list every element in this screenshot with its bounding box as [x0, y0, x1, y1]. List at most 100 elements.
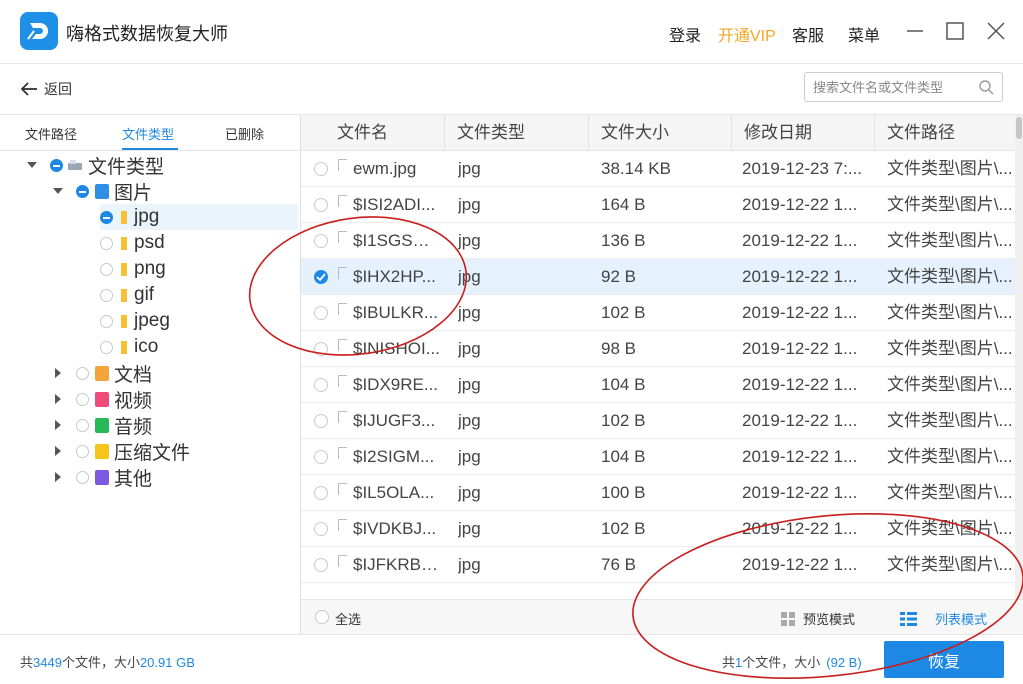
tree-radio-audio[interactable]	[76, 418, 89, 432]
tree-node-video[interactable]: 视频	[52, 386, 300, 412]
list-icon	[900, 611, 917, 626]
tree-node-archives[interactable]: 压缩文件	[52, 438, 300, 464]
table-row[interactable]: $INISHOI... jpg 98 B 2019-12-22 1... 文件类型\图片…	[301, 331, 1015, 367]
caret-right-icon[interactable]	[52, 367, 64, 379]
tree-radio-images[interactable]	[76, 184, 89, 198]
file-date: 2019-12-22 1...	[742, 231, 858, 250]
file-date: 2019-12-22 1...	[742, 555, 858, 574]
tree-radio-gif[interactable]	[100, 288, 113, 302]
row-checkbox[interactable]	[314, 378, 328, 392]
caret-right-icon[interactable]	[52, 419, 64, 431]
tree-node-jpg[interactable]: jpg	[100, 204, 298, 230]
sel-mid: 个文件，大小	[742, 655, 821, 670]
file-size: 164 B	[601, 195, 646, 214]
vip-button[interactable]: 开通VIP	[718, 22, 776, 46]
preview-mode-button[interactable]: 预览模式	[781, 609, 855, 628]
row-checkbox[interactable]	[314, 522, 328, 536]
tree-node-root[interactable]: 文件类型	[26, 152, 296, 178]
row-checkbox[interactable]	[314, 558, 328, 572]
row-checkbox[interactable]	[314, 486, 328, 500]
column-header-size[interactable]: 文件大小	[589, 115, 732, 151]
table-row[interactable]: $IDX9RE... jpg 104 B 2019-12-22 1... 文件类型\图片…	[301, 367, 1015, 403]
minimize-button[interactable]	[902, 18, 928, 44]
tree-radio-other[interactable]	[76, 470, 89, 484]
table-row[interactable]: $IVDKBJ... jpg 102 B 2019-12-22 1... 文件类型\图片…	[301, 511, 1015, 547]
tree-node-documents[interactable]: 文档	[52, 360, 300, 386]
tab-file-type[interactable]: 文件类型	[122, 124, 174, 143]
tab-deleted[interactable]: 已删除	[225, 124, 264, 143]
tree-radio-psd[interactable]	[100, 236, 113, 250]
service-button[interactable]: 客服	[792, 22, 824, 46]
row-checkbox[interactable]	[314, 414, 328, 428]
row-checkbox[interactable]	[314, 198, 328, 212]
row-checkbox[interactable]	[314, 450, 328, 464]
vertical-scrollbar[interactable]	[1015, 115, 1023, 599]
tree-radio-video[interactable]	[76, 392, 89, 406]
folder-icon	[121, 314, 127, 328]
column-header-type[interactable]: 文件类型	[445, 115, 589, 151]
tree-node-audio[interactable]: 音频	[52, 412, 300, 438]
app-title: 嗨格式数据恢复大师	[66, 24, 228, 44]
tree-radio-archives[interactable]	[76, 444, 89, 458]
table-row[interactable]: $I2SIGM... jpg 104 B 2019-12-22 1... 文件类型\图片…	[301, 439, 1015, 475]
tree-radio-jpg[interactable]	[100, 210, 113, 224]
caret-down-icon[interactable]	[52, 185, 64, 197]
recover-button[interactable]: 恢复	[884, 641, 1004, 678]
table-row[interactable]: $IHX2HP... jpg 92 B 2019-12-22 1... 文件类型\图片\…	[301, 259, 1015, 295]
table-row[interactable]: $IJUGF3... jpg 102 B 2019-12-22 1... 文件类型\图片…	[301, 403, 1015, 439]
tree-radio-ico[interactable]	[100, 340, 113, 354]
caret-right-icon[interactable]	[52, 445, 64, 457]
caret-right-icon[interactable]	[52, 393, 64, 405]
check-icon	[316, 273, 326, 281]
select-all-label[interactable]: 全选	[335, 609, 361, 628]
menu-button[interactable]: 菜单	[848, 22, 880, 46]
tree-node-ico[interactable]: ico	[100, 334, 298, 360]
folder-icon	[121, 236, 127, 250]
file-size: 136 B	[601, 231, 646, 250]
file-icon	[338, 159, 347, 171]
tree-radio-root[interactable]	[50, 158, 63, 172]
tab-file-path[interactable]: 文件路径	[25, 124, 77, 143]
tree-node-images[interactable]: 图片	[52, 178, 300, 204]
tree-radio-jpeg[interactable]	[100, 314, 113, 328]
row-checkbox[interactable]	[314, 234, 328, 248]
column-header-name[interactable]: 文件名	[301, 115, 445, 151]
tree-label-documents: 文档	[114, 364, 153, 386]
login-button[interactable]: 登录	[669, 22, 701, 46]
table-row[interactable]: $IL5OLA... jpg 100 B 2019-12-22 1... 文件类型\图片…	[301, 475, 1015, 511]
folder-icon	[121, 262, 127, 276]
close-icon	[987, 22, 1005, 40]
tree-node-gif[interactable]: gif	[100, 282, 298, 308]
caret-right-icon[interactable]	[52, 471, 64, 483]
search-icon[interactable]	[978, 79, 994, 95]
table-row[interactable]: ewm.jpg jpg 38.14 KB 2019-12-23 7:... 文件类型\图…	[301, 151, 1015, 187]
table-row[interactable]: $ISI2ADI... jpg 164 B 2019-12-22 1... 文件类型\图…	[301, 187, 1015, 223]
list-mode-button[interactable]: 列表模式	[900, 609, 987, 628]
tree-radio-documents[interactable]	[76, 366, 89, 380]
caret-down-icon[interactable]	[26, 159, 38, 171]
table-row[interactable]: $IBULKR... jpg 102 B 2019-12-22 1... 文件类型\图片…	[301, 295, 1015, 331]
row-checkbox[interactable]	[314, 270, 328, 284]
back-button[interactable]: 返回	[20, 76, 72, 102]
file-type: jpg	[458, 483, 481, 502]
tree-node-psd[interactable]: psd	[100, 230, 298, 256]
tree-node-jpeg[interactable]: jpeg	[100, 308, 298, 334]
file-icon	[338, 555, 347, 567]
row-checkbox[interactable]	[314, 342, 328, 356]
tree-node-other[interactable]: 其他	[52, 464, 300, 490]
tree-node-png[interactable]: png	[100, 256, 298, 282]
column-header-date[interactable]: 修改日期	[732, 115, 875, 151]
close-button[interactable]	[983, 18, 1009, 44]
row-checkbox[interactable]	[314, 162, 328, 176]
scrollbar-thumb[interactable]	[1016, 117, 1022, 139]
select-all-radio[interactable]	[315, 610, 329, 624]
search-input[interactable]	[813, 78, 973, 96]
row-checkbox[interactable]	[314, 306, 328, 320]
tree-label-png: png	[134, 258, 166, 279]
maximize-button[interactable]	[942, 18, 968, 44]
table-row[interactable]: $IJFKRBR... jpg 76 B 2019-12-22 1... 文件类型\图片…	[301, 547, 1015, 583]
column-header-path[interactable]: 文件路径	[875, 115, 1015, 151]
file-name: $IJFKRBR...	[353, 555, 441, 574]
table-row[interactable]: $I1SGSW... jpg 136 B 2019-12-22 1... 文件类型\图片…	[301, 223, 1015, 259]
tree-radio-png[interactable]	[100, 262, 113, 276]
